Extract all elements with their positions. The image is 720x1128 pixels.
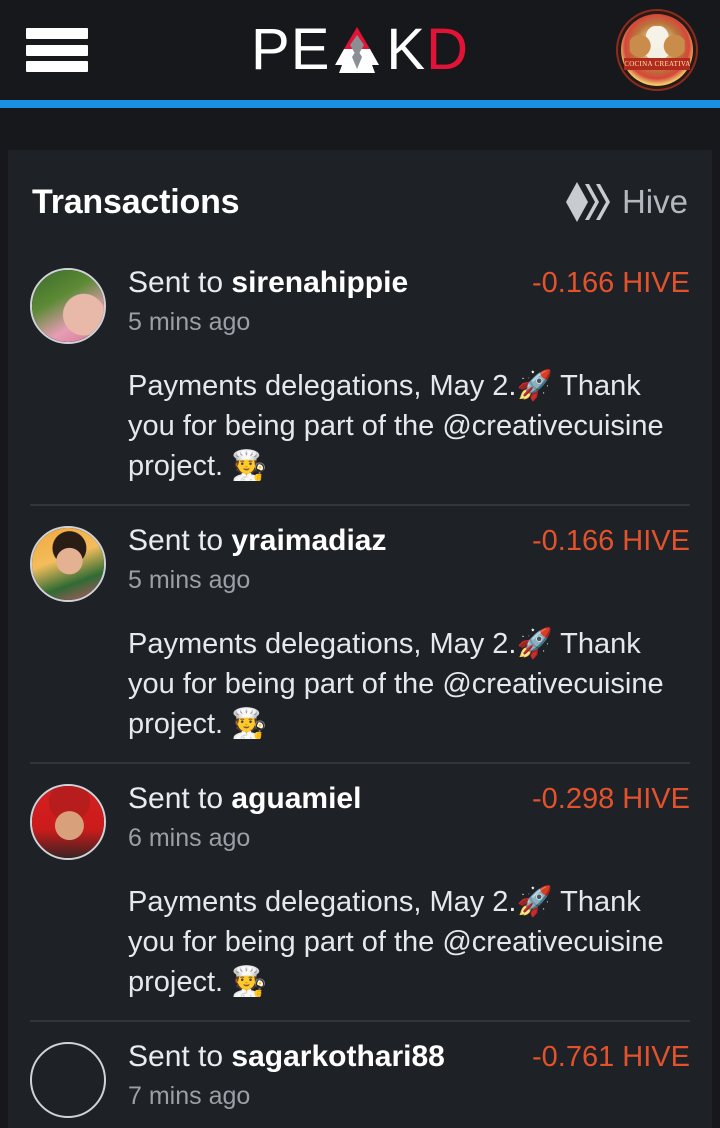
- transaction-amount: -0.166 HIVE: [532, 267, 690, 299]
- profile-avatar[interactable]: COCINA CREATIVA: [616, 9, 698, 91]
- transaction-amount: -0.298 HIVE: [532, 783, 690, 816]
- chain-label: Hive: [621, 183, 688, 220]
- transaction-header: Sent to sagarkothari88 -0.761 HIVE 7 min…: [30, 1038, 690, 1119]
- avatar-badge-text: COCINA CREATIVA: [624, 57, 690, 71]
- hamburger-bar-1: [26, 28, 88, 39]
- avatar-image: [32, 270, 104, 342]
- transaction-summary: Sent to sirenahippie -0.166 HIVE: [128, 266, 690, 300]
- recipient-avatar[interactable]: [30, 1042, 106, 1119]
- top-navbar: PE K D COCINA CREATIVA: [0, 0, 720, 100]
- avatar-image: [32, 528, 104, 601]
- transaction-details: Sent to sagarkothari88 -0.761 HIVE 7 min…: [128, 1038, 690, 1111]
- card-header: Transactions Hive: [30, 150, 690, 248]
- transaction-memo: Payments delegations, May 2.🚀 Thank you …: [128, 886, 664, 999]
- action-prefix: Sent to: [128, 782, 232, 816]
- page-title: Transactions: [32, 182, 240, 221]
- transaction-row[interactable]: Sent to sirenahippie -0.166 HIVE 5 mins …: [30, 248, 690, 507]
- transaction-action: Sent to sagarkothari88: [128, 1040, 445, 1074]
- avatar-image: [32, 786, 104, 859]
- hive-logo-icon: [565, 182, 610, 222]
- recipient-name[interactable]: sagarkothari88: [231, 1040, 444, 1073]
- hamburger-bar-3: [26, 61, 88, 72]
- recipient-name[interactable]: yraimadiaz: [231, 524, 386, 557]
- peakd-logo[interactable]: PE K D: [251, 18, 469, 82]
- transactions-card: Transactions Hive Sent to sirenahippie -…: [8, 150, 712, 1128]
- action-prefix: Sent to: [128, 524, 232, 558]
- transaction-row[interactable]: Sent to sagarkothari88 -0.761 HIVE 7 min…: [30, 1022, 690, 1128]
- recipient-avatar[interactable]: [30, 784, 106, 861]
- transaction-details: Sent to aguamiel -0.298 HIVE 6 mins ago: [128, 780, 690, 853]
- transaction-action: Sent to sirenahippie: [128, 266, 408, 300]
- transaction-amount: -0.166 HIVE: [532, 525, 690, 558]
- transaction-amount: -0.761 HIVE: [532, 1041, 690, 1074]
- transaction-details: Sent to yraimadiaz -0.166 HIVE 5 mins ag…: [128, 522, 690, 595]
- brand-text-k: K: [386, 17, 427, 82]
- recipient-name[interactable]: aguamiel: [231, 782, 361, 815]
- chain-badge[interactable]: Hive: [565, 182, 688, 222]
- transaction-timestamp: 7 mins ago: [128, 1082, 251, 1111]
- transaction-summary: Sent to aguamiel -0.298 HIVE: [128, 782, 690, 816]
- recipient-avatar[interactable]: [30, 526, 106, 603]
- transaction-row[interactable]: Sent to yraimadiaz -0.166 HIVE 5 mins ag…: [30, 506, 690, 765]
- avatar-artwork: [629, 25, 685, 62]
- action-prefix: Sent to: [128, 1040, 232, 1074]
- recipient-name[interactable]: sirenahippie: [231, 266, 408, 299]
- transaction-action: Sent to aguamiel: [128, 782, 361, 816]
- action-prefix: Sent to: [128, 266, 232, 299]
- page-background: Transactions Hive Sent to sirenahippie -…: [0, 108, 720, 1128]
- transaction-memo: Payments delegations, May 2.🚀 Thank you …: [128, 628, 664, 741]
- transaction-header: Sent to aguamiel -0.298 HIVE 6 mins ago: [30, 780, 690, 861]
- transaction-timestamp: 5 mins ago: [128, 308, 251, 336]
- transaction-list: Sent to sirenahippie -0.166 HIVE 5 mins …: [30, 248, 690, 1128]
- hamburger-bar-2: [26, 44, 88, 56]
- recipient-avatar[interactable]: [30, 268, 106, 344]
- transaction-summary: Sent to sagarkothari88 -0.761 HIVE: [128, 1040, 690, 1074]
- transaction-action: Sent to yraimadiaz: [128, 524, 387, 558]
- brand-text-pe: PE: [251, 17, 331, 82]
- transaction-header: Sent to sirenahippie -0.166 HIVE 5 mins …: [30, 264, 690, 344]
- peak-mountain-icon: [326, 27, 388, 73]
- transaction-timestamp: 6 mins ago: [128, 824, 251, 853]
- transaction-summary: Sent to yraimadiaz -0.166 HIVE: [128, 524, 690, 558]
- transaction-timestamp: 5 mins ago: [128, 566, 251, 595]
- brand-text-d: D: [426, 17, 469, 82]
- hamburger-menu-icon[interactable]: [26, 24, 88, 76]
- transaction-details: Sent to sirenahippie -0.166 HIVE 5 mins …: [128, 264, 690, 337]
- transaction-header: Sent to yraimadiaz -0.166 HIVE 5 mins ag…: [30, 522, 690, 603]
- page-load-progress-bar: [0, 100, 720, 108]
- transaction-row[interactable]: Sent to aguamiel -0.298 HIVE 6 mins ago …: [30, 764, 690, 1023]
- transaction-memo: Payments delegations, May 2.🚀 Thank you …: [128, 370, 664, 483]
